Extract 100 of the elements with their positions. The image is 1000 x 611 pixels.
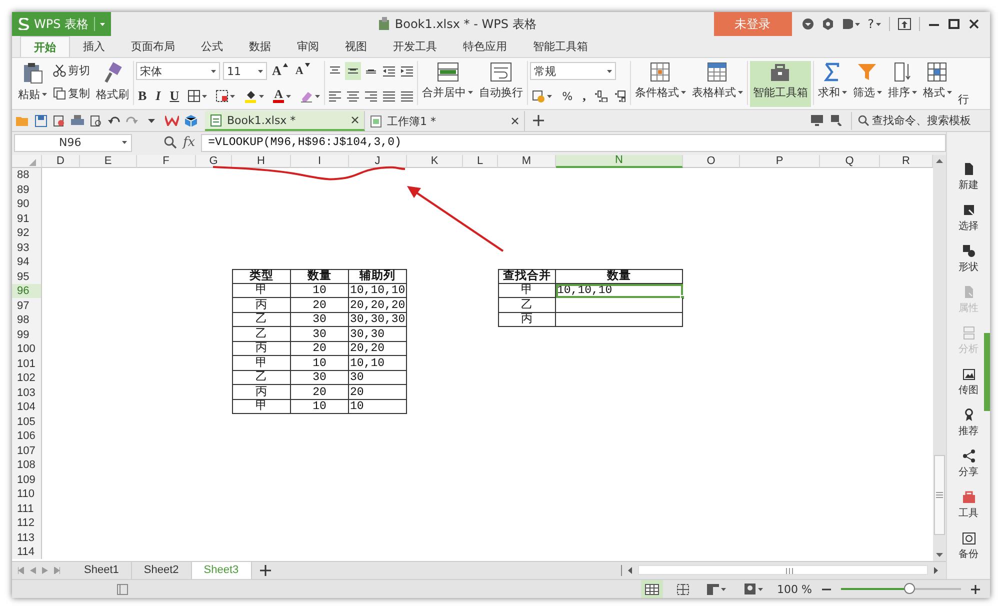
sidebar-item[interactable]: 传图 — [958, 367, 978, 401]
row-header[interactable]: 113 — [12, 530, 42, 545]
table-cell[interactable]: 20 — [349, 385, 407, 400]
table-cell[interactable]: 10,10,10 — [349, 284, 407, 298]
name-box[interactable]: N96 — [14, 134, 132, 152]
table-cell[interactable] — [556, 312, 683, 328]
upload-icon[interactable] — [898, 18, 911, 30]
font-color-button[interactable]: A — [271, 87, 294, 105]
table-cell[interactable]: 乙 — [232, 370, 291, 386]
menu-tab[interactable]: 开始 — [20, 36, 70, 57]
sidebar-item[interactable]: 形状 — [958, 244, 978, 278]
table-cell[interactable]: 乙 — [498, 298, 556, 313]
row-header[interactable]: 100 — [12, 342, 42, 356]
row-header[interactable]: 98 — [12, 312, 42, 328]
help-button[interactable]: ? — [868, 17, 881, 31]
row-header[interactable]: 96 — [12, 284, 42, 298]
row-header[interactable]: 94 — [12, 254, 42, 270]
sum-button[interactable]: 求和 — [816, 61, 849, 107]
down-arrow-icon[interactable] — [936, 552, 943, 557]
menu-tab[interactable]: 插入 — [70, 36, 118, 57]
row-header[interactable]: 92 — [12, 226, 42, 240]
export-icon[interactable] — [53, 114, 65, 126]
column-header[interactable]: I — [291, 154, 349, 168]
number-format-dropdown[interactable]: 常规 — [530, 62, 616, 80]
insert-function-button[interactable]: fx — [183, 135, 196, 150]
close-icon[interactable] — [511, 117, 519, 125]
conditional-format-button[interactable]: 条件格式 — [632, 61, 688, 107]
table-cell[interactable]: 丙 — [232, 298, 291, 313]
row-column-button[interactable]: 行 — [956, 61, 969, 107]
column-header[interactable]: N — [556, 154, 683, 168]
table-cell[interactable]: 10 — [349, 400, 407, 414]
collapse-handle[interactable] — [984, 333, 990, 411]
table-cell[interactable]: 10 — [291, 400, 349, 414]
column-header[interactable]: R — [880, 154, 933, 168]
font-name-dropdown[interactable]: 宋体 — [136, 62, 220, 80]
sheet-tab[interactable]: Sheet3 — [192, 562, 252, 579]
cube-icon[interactable] — [185, 114, 197, 126]
table-cell[interactable]: 10 — [291, 284, 349, 298]
search-field[interactable]: 查找命令、搜索模板 — [851, 112, 984, 130]
table-cell[interactable]: 10 — [291, 356, 349, 371]
table-cell[interactable] — [556, 298, 683, 313]
column-header[interactable]: L — [463, 154, 498, 168]
menu-tab[interactable]: 开发工具 — [380, 36, 450, 57]
row-header[interactable]: 91 — [12, 211, 42, 226]
up-arrow-icon[interactable] — [936, 158, 943, 163]
sidebar-item[interactable]: 新建 — [958, 162, 978, 196]
column-header[interactable]: O — [683, 154, 740, 168]
table-cell[interactable]: 30,30,30 — [349, 312, 407, 328]
column-header[interactable]: K — [407, 154, 463, 168]
row-header[interactable]: 114 — [12, 544, 42, 560]
menu-tab[interactable]: 页面布局 — [118, 36, 188, 57]
wrap-text-button[interactable]: 自动换行 — [477, 61, 526, 107]
preview-icon[interactable] — [90, 114, 102, 126]
save-icon[interactable] — [35, 114, 47, 126]
column-header[interactable]: M — [498, 154, 556, 168]
column-header[interactable]: Q — [820, 154, 880, 168]
row-header[interactable]: 102 — [12, 370, 42, 386]
filter-button[interactable]: 筛选 — [850, 61, 884, 107]
grow-font-button[interactable]: A — [270, 62, 290, 80]
column-header[interactable]: E — [80, 154, 137, 168]
table-cell[interactable]: 10,10 — [349, 356, 407, 371]
menu-tab[interactable]: 视图 — [332, 36, 380, 57]
scroll-thumb[interactable] — [934, 454, 945, 535]
zoom-slider[interactable] — [841, 584, 961, 594]
format-painter-button[interactable]: 格式刷 — [94, 61, 131, 107]
formula-field[interactable]: =VLOOKUP(M96,H$96:J$104,3,0) — [201, 134, 946, 152]
menu-tab[interactable]: 审阅 — [284, 36, 332, 57]
column-header[interactable]: D — [42, 154, 80, 168]
horizontal-scrollbar[interactable] — [638, 565, 928, 576]
table-cell[interactable]: 20 — [291, 298, 349, 313]
underline-button[interactable]: U — [168, 87, 182, 105]
table-cell[interactable]: 丙 — [232, 342, 291, 356]
row-header[interactable]: 106 — [12, 428, 42, 444]
bold-button[interactable]: B — [136, 87, 149, 105]
row-header[interactable]: 97 — [12, 298, 42, 313]
row-header[interactable]: 104 — [12, 400, 42, 414]
table-cell[interactable]: 甲 — [232, 356, 291, 371]
column-header[interactable]: P — [740, 154, 820, 168]
table-cell[interactable]: 30 — [349, 370, 407, 386]
sidebar-item[interactable]: 备份 — [958, 531, 978, 565]
maximize-icon[interactable] — [948, 18, 960, 30]
document-tab[interactable]: Book1.xlsx * — [205, 111, 365, 131]
row-header[interactable]: 112 — [12, 516, 42, 530]
sidebar-item[interactable]: 工具 — [958, 490, 978, 524]
row-header[interactable]: 93 — [12, 240, 42, 255]
table-cell[interactable]: 30 — [291, 327, 349, 342]
table-style-button[interactable]: 表格样式 — [690, 61, 745, 107]
row-header[interactable]: 95 — [12, 269, 42, 284]
sort-button[interactable]: 排序 — [886, 61, 919, 107]
hexagon-icon[interactable] — [822, 18, 834, 30]
sidebar-item[interactable]: 推荐 — [958, 408, 978, 442]
right-arrow-icon[interactable] — [934, 566, 938, 574]
menu-tab[interactable]: 公式 — [188, 36, 236, 57]
merge-center-button[interactable]: 合并居中 — [420, 61, 476, 107]
vertical-scrollbar[interactable] — [933, 154, 946, 561]
table-cell[interactable]: 20 — [291, 385, 349, 400]
table-cell[interactable]: 30 — [291, 312, 349, 328]
zoom-icon[interactable] — [164, 136, 177, 150]
fill-button[interactable] — [214, 87, 238, 105]
table-cell[interactable]: 丙 — [498, 312, 556, 328]
